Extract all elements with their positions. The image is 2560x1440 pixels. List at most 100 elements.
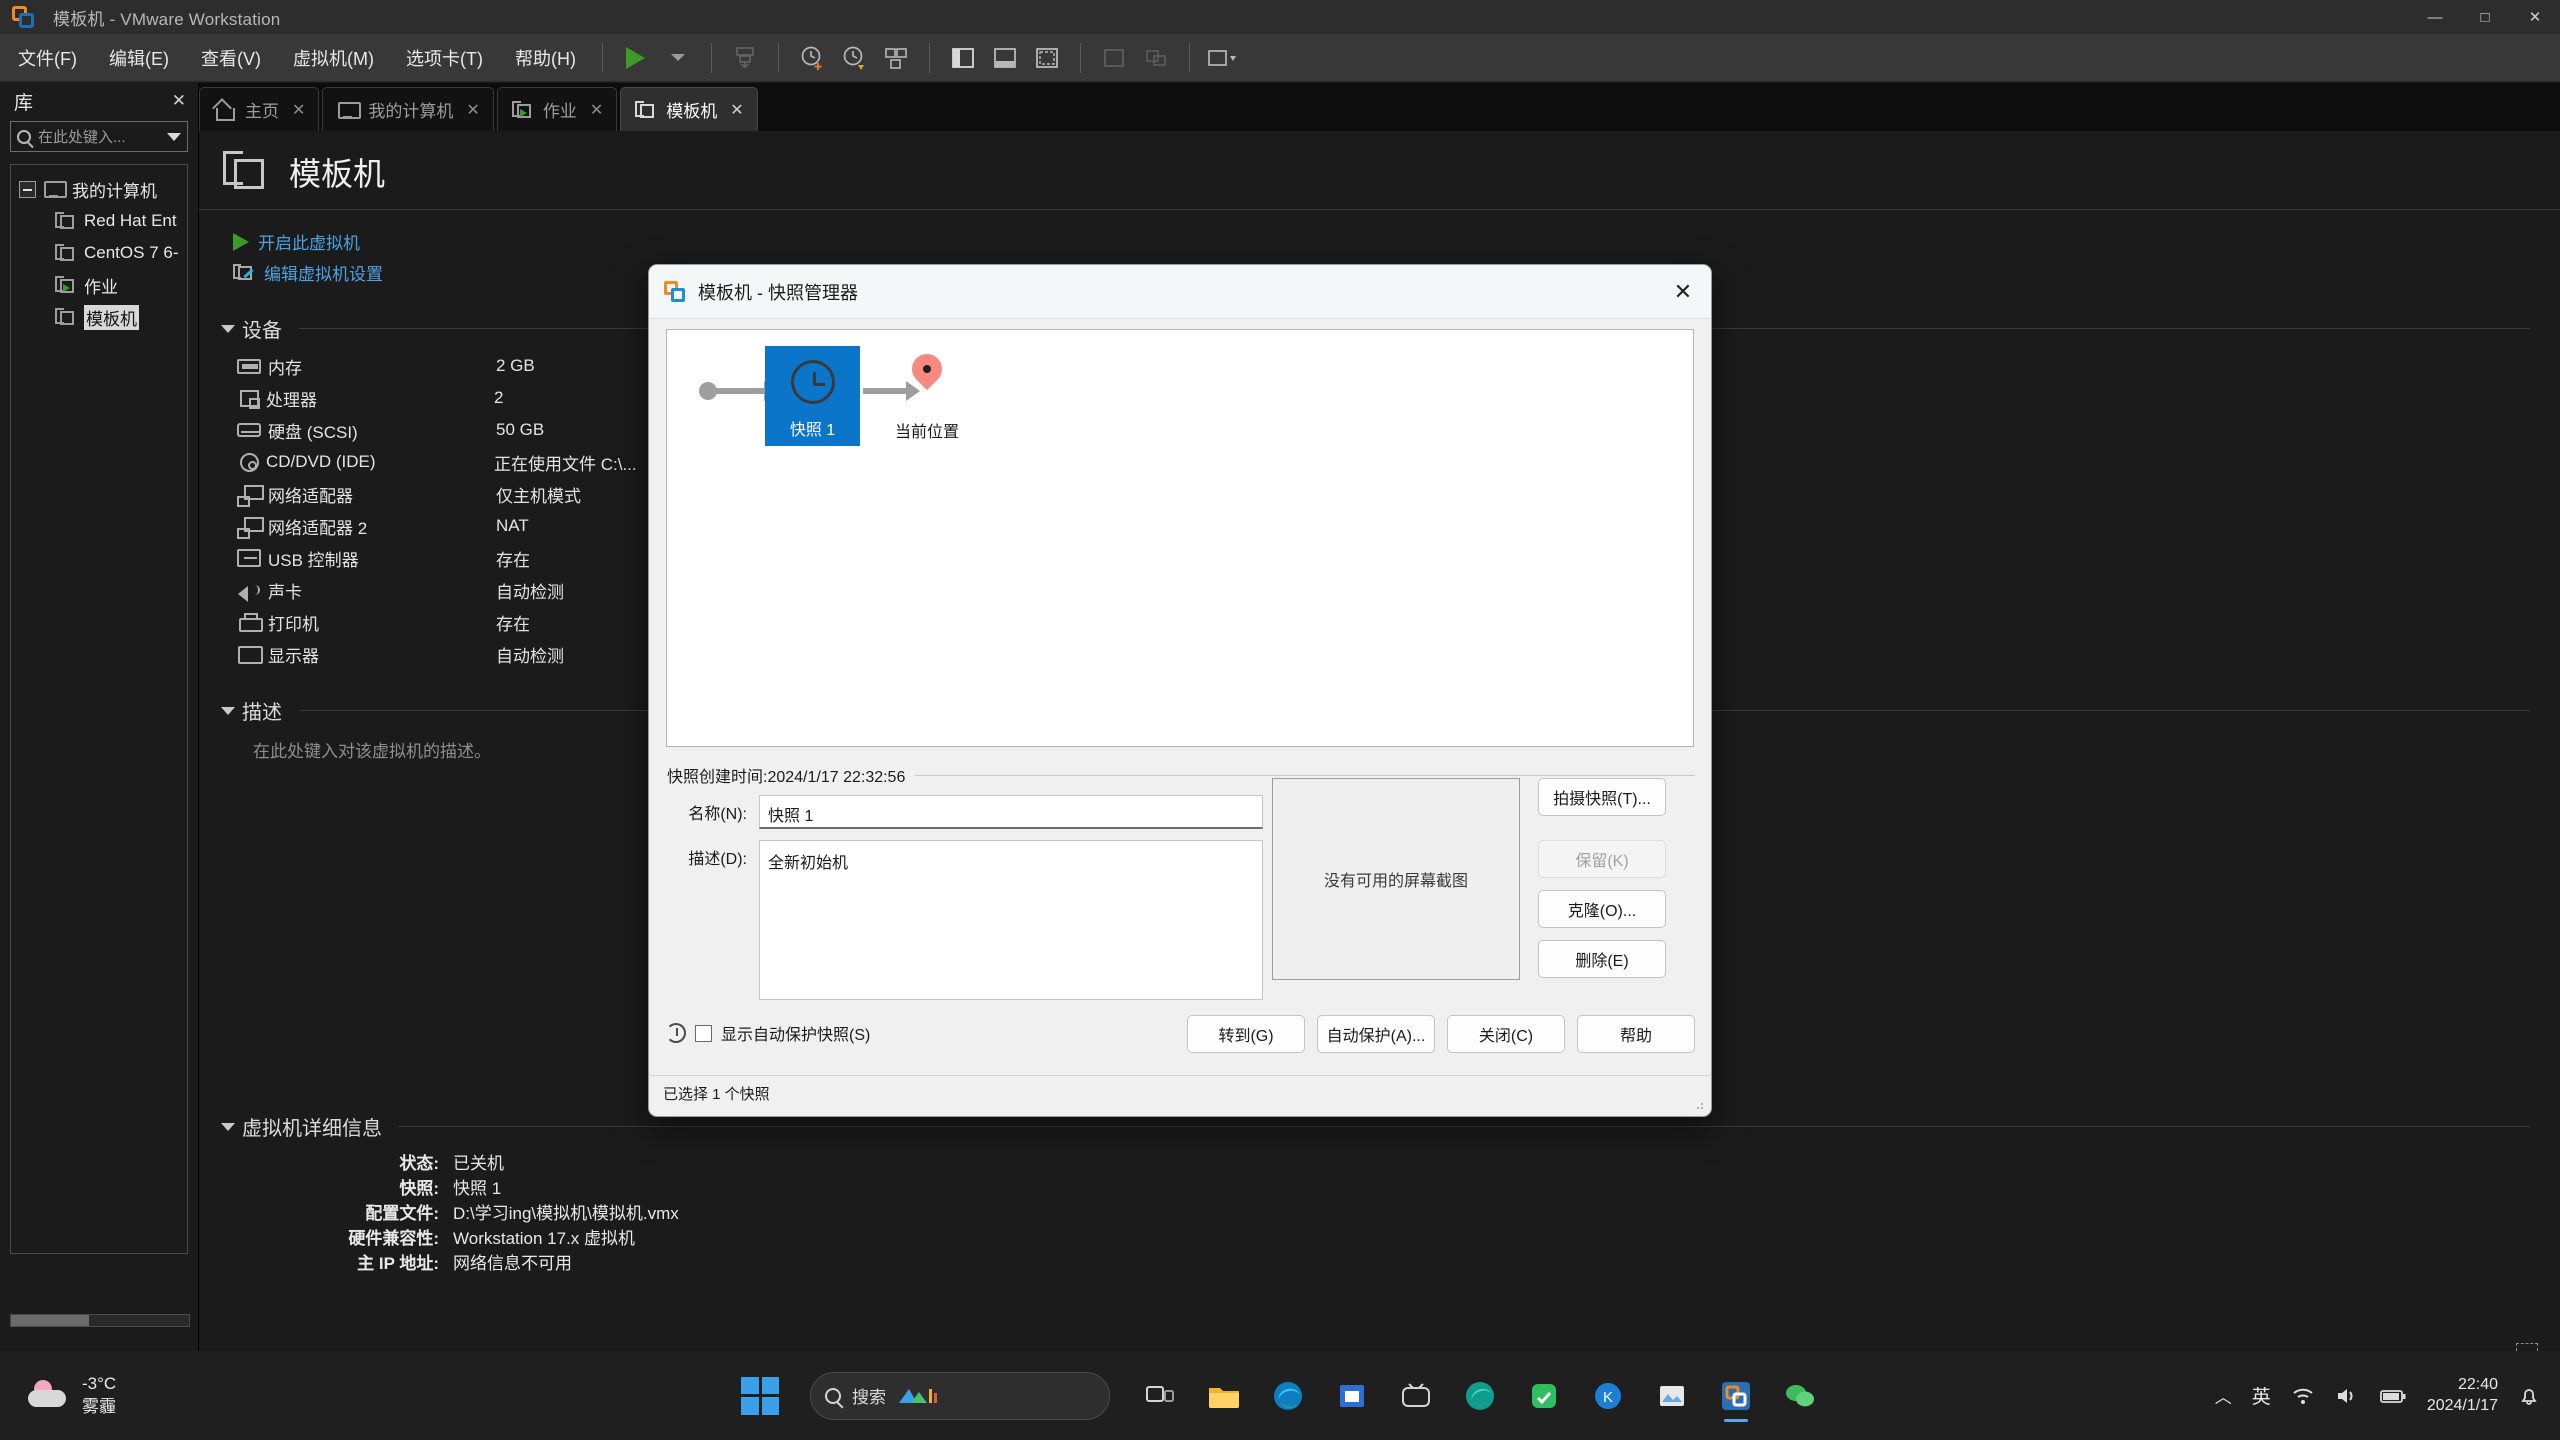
chevron-up-icon[interactable]: ︿ [2215, 1383, 2232, 1408]
resize-grip-icon[interactable] [1693, 1099, 1705, 1111]
unity-icon[interactable] [1135, 39, 1177, 77]
take-snapshot-button[interactable]: 拍摄快照(T)... [1538, 778, 1666, 816]
show-console-icon[interactable] [984, 39, 1026, 77]
help-button[interactable]: 帮助 [1577, 1015, 1695, 1053]
power-on-link[interactable]: 开启此虚拟机 [258, 229, 360, 254]
tree-item-zuoye[interactable]: 作业 [15, 269, 183, 301]
collapse-icon[interactable] [19, 180, 36, 198]
snapshot-name-input[interactable]: 快照 1 [759, 795, 1263, 829]
close-dialog-button[interactable]: 关闭(C) [1447, 1015, 1565, 1053]
tree-item-mobanji[interactable]: 模板机 [15, 301, 183, 333]
green-app-icon[interactable] [1516, 1368, 1572, 1424]
sidebar-horizontal-scrollbar[interactable] [10, 1314, 190, 1327]
toolbar-separator [1188, 42, 1190, 73]
bell-icon[interactable] [2518, 1385, 2540, 1407]
windows-start-icon[interactable] [732, 1368, 788, 1424]
device-label: 硬盘 (SCSI) [268, 422, 358, 442]
tree-item-my-computer[interactable]: 我的计算机 [15, 173, 183, 205]
show-library-icon[interactable] [942, 39, 984, 77]
store-icon[interactable] [1324, 1368, 1380, 1424]
dialog-title-bar: 模板机 - 快照管理器 ✕ [649, 265, 1711, 319]
ime-indicator[interactable]: 英 [2252, 1382, 2271, 1409]
detail-key: 硬件兼容性: [348, 1229, 439, 1248]
tab-close-icon[interactable]: ✕ [466, 100, 479, 120]
layout-dropdown-icon[interactable] [1202, 39, 1244, 77]
keep-button[interactable]: 保留(K) [1538, 840, 1666, 878]
power-dropdown-caret-icon[interactable] [657, 39, 699, 77]
task-view-icon[interactable] [1132, 1368, 1188, 1424]
snapshot-clock-icon[interactable] [791, 39, 833, 77]
tab-mobanji[interactable]: 模板机 ✕ [620, 87, 758, 131]
edit-settings-link[interactable]: 编辑虚拟机设置 [264, 260, 383, 285]
clone-button[interactable]: 克隆(O)... [1538, 890, 1666, 928]
vm-header: 模板机 [199, 131, 2560, 209]
dialog-close-button[interactable]: ✕ [1655, 265, 1711, 319]
tab-zuoye[interactable]: 作业 ✕ [496, 87, 618, 131]
vmware-taskbar-icon[interactable] [1708, 1368, 1764, 1424]
tab-my-computer[interactable]: 我的计算机 ✕ [322, 87, 494, 131]
menu-vm[interactable]: 虚拟机(M) [279, 41, 388, 75]
show-thumbnails-icon[interactable] [1026, 39, 1068, 77]
menu-tabs[interactable]: 选项卡(T) [392, 41, 497, 75]
search-input[interactable]: 在此处键入... [10, 121, 188, 152]
power-on-icon[interactable] [615, 39, 657, 77]
folder-icon[interactable] [1196, 1368, 1252, 1424]
device-label: 声卡 [268, 582, 302, 602]
menu-edit[interactable]: 编辑(E) [95, 41, 183, 75]
tab-label: 我的计算机 [368, 102, 454, 121]
snapshot-arrow-icon [715, 381, 778, 401]
maximize-button[interactable]: □ [2460, 0, 2510, 34]
close-icon[interactable]: ✕ [172, 91, 186, 111]
minimize-button[interactable]: — [2410, 0, 2460, 34]
tree-item-redhat[interactable]: Red Hat Ent [15, 205, 183, 237]
chevron-down-icon[interactable] [221, 1122, 235, 1131]
menu-help[interactable]: 帮助(H) [501, 41, 590, 75]
chevron-down-icon[interactable] [221, 324, 235, 333]
device-value: 2 GB [496, 356, 535, 375]
weather-widget[interactable]: -3°C 雾霾 [26, 1373, 116, 1419]
search-icon [825, 1387, 841, 1404]
tab-close-icon[interactable]: ✕ [292, 100, 305, 120]
tree-item-centos[interactable]: CentOS 7 6- [15, 237, 183, 269]
edge-dev-icon[interactable] [1452, 1368, 1508, 1424]
autoprotect-button[interactable]: 自动保护(A)... [1317, 1015, 1435, 1053]
tab-close-icon[interactable]: ✕ [730, 100, 743, 120]
tab-close-icon[interactable]: ✕ [590, 100, 603, 120]
auto-protect-checkbox-row[interactable]: 显示自动保护快照(S) [666, 1021, 870, 1045]
memory-icon [237, 358, 261, 374]
detail-value: 已关机 [453, 1154, 504, 1173]
snapshot-node-1[interactable]: 快照 1 [765, 346, 860, 446]
fullscreen-icon[interactable] [1093, 39, 1135, 77]
wifi-icon[interactable] [2291, 1386, 2315, 1406]
close-button[interactable]: ✕ [2510, 0, 2560, 34]
chevron-down-icon[interactable] [221, 706, 235, 715]
snapshot-description-input[interactable]: 全新初始机 [759, 840, 1263, 1000]
description-label: 描述(D): [688, 851, 747, 868]
library-header: 库 ✕ [0, 83, 198, 119]
snapshot-take-icon[interactable] [724, 39, 766, 77]
k-app-icon[interactable]: K [1580, 1368, 1636, 1424]
tab-home[interactable]: 主页 ✕ [199, 87, 320, 131]
device-value: 2 [494, 388, 504, 407]
power-on-action[interactable]: 开启此虚拟机 [233, 226, 2560, 257]
snapshot-screenshot-preview: 没有可用的屏幕截图 [1272, 778, 1520, 980]
taskbar-search-box[interactable]: 搜索 [810, 1371, 1110, 1420]
taskbar-clock[interactable]: 22:40 2024/1/17 [2427, 1375, 2498, 1417]
wechat-icon[interactable] [1772, 1368, 1828, 1424]
goto-button[interactable]: 转到(G) [1187, 1015, 1305, 1053]
snapshot-arrow-icon [863, 381, 920, 401]
edge-icon[interactable] [1260, 1368, 1316, 1424]
show-autoprotect-checkbox[interactable] [695, 1024, 712, 1042]
vm-icon [223, 150, 271, 194]
volume-icon[interactable] [2335, 1386, 2359, 1406]
snapshot-revert-icon[interactable] [833, 39, 875, 77]
snapshot-tree-canvas[interactable]: 快照 1 当前位置 [666, 329, 1694, 747]
delete-button[interactable]: 删除(E) [1538, 940, 1666, 978]
photos-icon[interactable] [1644, 1368, 1700, 1424]
snapshot-manager-icon[interactable] [875, 39, 917, 77]
chevron-down-icon[interactable] [167, 132, 181, 141]
bilibili-icon[interactable] [1388, 1368, 1444, 1424]
battery-icon[interactable] [2379, 1386, 2407, 1406]
menu-file[interactable]: 文件(F) [4, 41, 91, 75]
menu-view[interactable]: 查看(V) [187, 41, 275, 75]
